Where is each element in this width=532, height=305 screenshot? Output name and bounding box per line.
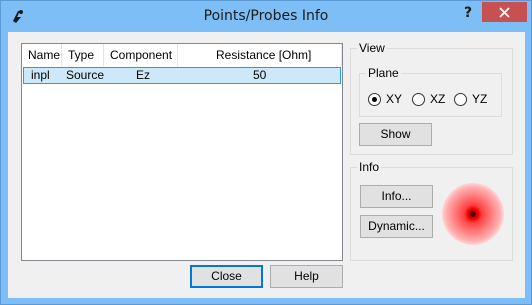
column-header-name[interactable]: Name — [22, 44, 62, 66]
info-group-label: Info — [357, 160, 382, 174]
dynamic-button[interactable]: Dynamic... — [360, 215, 433, 238]
probe-center-dot — [470, 211, 476, 217]
column-header-component[interactable]: Component — [104, 44, 178, 66]
cell-resistance: 50 — [253, 68, 267, 82]
table-row[interactable]: inpl Source Ez 50 — [23, 67, 341, 84]
close-button[interactable]: Close — [190, 265, 263, 288]
show-button[interactable]: Show — [359, 123, 432, 146]
radio-yz-label: YZ — [472, 92, 488, 106]
plane-group-label: Plane — [366, 66, 401, 80]
window-close-button[interactable] — [482, 2, 527, 22]
column-header-resistance[interactable]: Resistance [Ohm] — [178, 44, 342, 66]
radio-xz[interactable]: XZ — [412, 91, 445, 107]
radio-unchecked-icon — [454, 92, 467, 106]
window-title: Points/Probes Info — [203, 8, 329, 24]
plane-group: Plane XY XZ YZ — [359, 66, 502, 117]
info-button[interactable]: Info... — [360, 185, 433, 208]
title-bar[interactable]: Points/Probes Info ? — [1, 1, 531, 32]
probes-list[interactable]: Name Type Component Resistance [Ohm] inp… — [21, 43, 343, 261]
help-button[interactable]: Help — [270, 265, 343, 288]
close-icon — [499, 7, 510, 18]
radio-yz[interactable]: YZ — [454, 91, 487, 107]
list-header: Name Type Component Resistance [Ohm] — [22, 44, 342, 66]
cell-type: Source — [66, 68, 105, 82]
radio-checked-icon — [368, 92, 381, 106]
radio-xy-label: XY — [386, 92, 403, 106]
cell-name: inpl — [31, 68, 50, 82]
view-group: View Plane XY XZ YZ Show — [350, 41, 513, 155]
radio-unchecked-icon — [412, 92, 425, 106]
view-group-label: View — [357, 41, 387, 55]
probe-marker-icon — [442, 183, 504, 245]
dialog-window: Points/Probes Info ? Name Type Component… — [0, 0, 532, 305]
cell-component: Ez — [136, 68, 151, 82]
radio-xz-label: XZ — [430, 92, 446, 106]
dialog-body: Name Type Component Resistance [Ohm] inp… — [8, 32, 525, 298]
radio-xy[interactable]: XY — [368, 91, 402, 107]
help-icon[interactable]: ? — [455, 3, 481, 25]
column-header-type[interactable]: Type — [62, 44, 104, 66]
